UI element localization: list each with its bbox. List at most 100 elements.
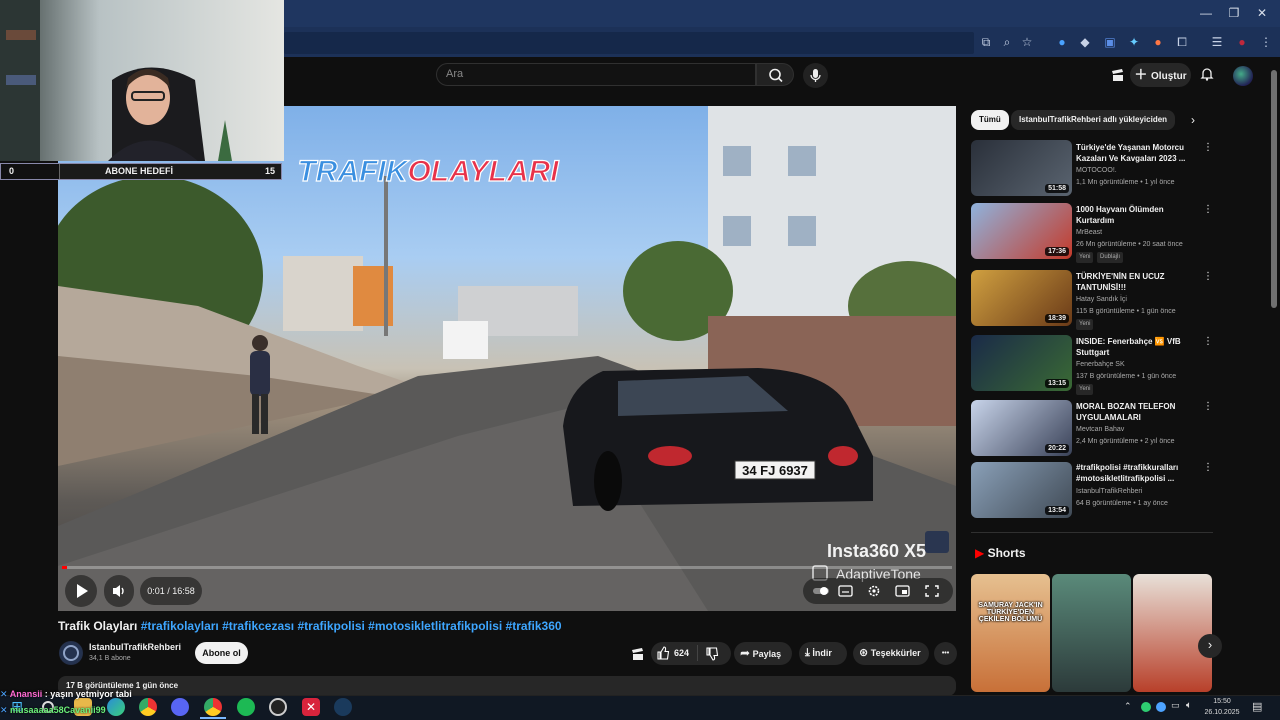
shorts-next-button[interactable]: › [1198, 634, 1222, 658]
recommendation-thumbnail[interactable]: 18:39 [971, 270, 1072, 326]
x-app-icon[interactable]: ✕ [302, 698, 320, 716]
recommendation-channel[interactable]: Mevtcan Bahav [1076, 425, 1216, 435]
short-thumbnail[interactable] [1052, 574, 1131, 692]
video-title-hashtags[interactable]: #trafikolayları #trafikcezası #trafikpol… [141, 619, 562, 633]
extensions-puzzle-icon[interactable]: ⧠ [1174, 34, 1190, 50]
recommendation-meta: 26 Mn görüntüleme • 20 saat önce [1076, 241, 1183, 248]
settings-gear-icon[interactable] [866, 584, 882, 598]
discord-icon[interactable] [171, 698, 189, 716]
edge-icon[interactable] [107, 698, 125, 716]
chevron-right-icon: › [1207, 637, 1213, 652]
recommendation-channel[interactable]: MrBeast [1076, 228, 1216, 238]
video-player[interactable]: 34 FJ 6937 TRAFIKOLAYLARI Insta360 X5 Ad… [58, 106, 956, 611]
more-vert-icon[interactable]: ⋮ [1203, 336, 1213, 350]
notification-center-icon[interactable]: ▤ [1252, 700, 1262, 713]
voice-search-button[interactable] [803, 63, 828, 88]
short-thumbnail[interactable] [1133, 574, 1212, 692]
system-clock[interactable]: 15:50 26.10.2025 [1201, 696, 1243, 718]
chrome-icon[interactable] [204, 698, 222, 716]
recommendation-channel[interactable]: Fenerbahçe SK [1076, 360, 1216, 370]
channel-avatar[interactable] [59, 641, 83, 665]
extension-icon[interactable]: ◆ [1077, 34, 1093, 50]
recommendation-title[interactable]: TÜRKİYE'NİN EN UCUZ TANTUNİSİ!!! [1076, 271, 1194, 293]
download-icon: ⤓ [805, 647, 810, 659]
more-vert-icon[interactable]: ⋮ [1203, 142, 1213, 156]
recommendation-thumbnail[interactable]: 51:58 [971, 140, 1072, 196]
extension-icon[interactable]: ✦ [1126, 34, 1142, 50]
zoom-icon[interactable]: ⌕ [999, 34, 1015, 50]
recommendation-title[interactable]: INSIDE: Fenerbahçe 🆚 VfB Stuttgart [1076, 336, 1194, 358]
recommendation-channel[interactable]: IstanbulTrafikRehberi [1076, 487, 1216, 497]
recommendation-title[interactable]: Türkiye'de Yaşanan Motorcu Kazaları Ve K… [1076, 142, 1194, 164]
goal-start: 0 [9, 166, 15, 176]
clapper-icon[interactable] [630, 646, 646, 662]
more-vert-icon[interactable]: ⋮ [1203, 401, 1213, 415]
close-icon[interactable]: ✕ [1252, 4, 1272, 22]
download-button[interactable]: ⤓ İndir [799, 642, 847, 665]
thanks-icon: ⊛ [859, 647, 869, 659]
subtitles-icon[interactable] [838, 584, 854, 598]
tray-app-icon[interactable] [1141, 702, 1151, 712]
restore-icon[interactable]: ❐ [1224, 4, 1244, 22]
clock-time: 15:50 [1213, 698, 1231, 705]
recommendation-thumbnail[interactable]: 13:15 [971, 335, 1072, 391]
clapper-icon[interactable] [1110, 67, 1126, 83]
chip-from-uploader[interactable]: IstanbulTrafikRehberi adlı yükleyiciden [1011, 110, 1176, 130]
mute-button[interactable] [104, 575, 134, 607]
search-input[interactable]: Ara [436, 63, 756, 86]
search-button[interactable] [756, 63, 794, 86]
recommendation-title[interactable]: #trafikpolisi #trafikkuralları #motosikl… [1076, 462, 1194, 484]
create-button[interactable]: ＋ Oluştur [1130, 63, 1191, 87]
obs-icon[interactable] [269, 698, 287, 716]
more-vert-icon[interactable]: ⋮ [1203, 462, 1213, 476]
menu-icon[interactable]: ⋮ [1258, 34, 1274, 50]
recommendation-title[interactable]: 1000 Hayvanı Ölümden Kurtardım [1076, 204, 1194, 226]
recommendation-thumbnail[interactable]: 13:54 [971, 462, 1072, 518]
autoplay-toggle-icon[interactable] [812, 584, 829, 598]
shorts-label: Shorts [987, 546, 1026, 560]
tray-chevron-icon[interactable]: ⌃ [1124, 701, 1132, 712]
profile-icon[interactable]: ● [1234, 34, 1250, 50]
description-box[interactable]: 17 B görüntüleme 1 gün önce [58, 676, 956, 696]
channel-name[interactable]: IstanbulTrafikRehberi [89, 642, 181, 652]
extension-icon[interactable]: ● [1054, 34, 1070, 50]
spotify-icon[interactable] [237, 698, 255, 716]
recommendation-title[interactable]: MORAL BOZAN TELEFON UYGULAMALARI [1076, 401, 1194, 423]
volume-icon[interactable]: 🔈︎ [1186, 700, 1192, 711]
share-button[interactable]: ➦ Paylaş [734, 642, 792, 665]
chrome-icon[interactable] [139, 698, 157, 716]
more-vert-icon[interactable]: ⋮ [1203, 271, 1213, 285]
tray-app-icon[interactable] [1156, 702, 1166, 712]
recommendation-thumbnail[interactable]: 17:36 [971, 203, 1072, 259]
subscribe-button[interactable]: Abone ol [195, 642, 248, 664]
dislike-icon[interactable] [705, 646, 719, 662]
extension-icon[interactable]: ▣ [1102, 34, 1118, 50]
recommendation-channel[interactable]: Hatay Sandık İçi [1076, 295, 1216, 305]
more-vert-icon[interactable]: ⋮ [1203, 204, 1213, 218]
miniplayer-icon[interactable] [895, 584, 911, 598]
chip-all[interactable]: Tümü [971, 110, 1009, 130]
fullscreen-icon[interactable] [924, 584, 940, 598]
account-avatar[interactable] [1233, 66, 1253, 86]
address-bar[interactable] [284, 32, 974, 54]
network-icon[interactable]: ▭ [1171, 700, 1180, 711]
chevron-right-icon[interactable]: › [1191, 113, 1195, 127]
thanks-button[interactable]: ⊛ Teşekkürler [853, 642, 929, 665]
mic-icon [810, 69, 821, 82]
minimize-icon[interactable]: — [1196, 4, 1216, 22]
reading-list-icon[interactable]: ☰ [1209, 34, 1225, 50]
extension-icon[interactable]: ● [1150, 34, 1166, 50]
notifications-bell-icon[interactable] [1199, 66, 1215, 82]
cast-icon[interactable]: ⧉ [978, 34, 994, 50]
bookmark-star-icon[interactable]: ☆ [1019, 34, 1035, 50]
recommendation-channel[interactable]: MOTOCOO!. [1076, 166, 1216, 176]
steam-icon[interactable] [334, 698, 352, 716]
more-actions-button[interactable]: ••• [934, 642, 957, 665]
like-icon[interactable] [656, 645, 670, 661]
recommendation-thumbnail[interactable]: 20:22 [971, 400, 1072, 456]
page-scrollbar[interactable] [1271, 70, 1277, 308]
play-button[interactable] [65, 575, 97, 607]
progress-track[interactable] [62, 566, 952, 569]
short-thumbnail[interactable]: SAMURAY JACK'IN TÜRKİYE'DEN ÇEKİLEN BÖLÜ… [971, 574, 1050, 692]
volume-icon [113, 585, 124, 597]
